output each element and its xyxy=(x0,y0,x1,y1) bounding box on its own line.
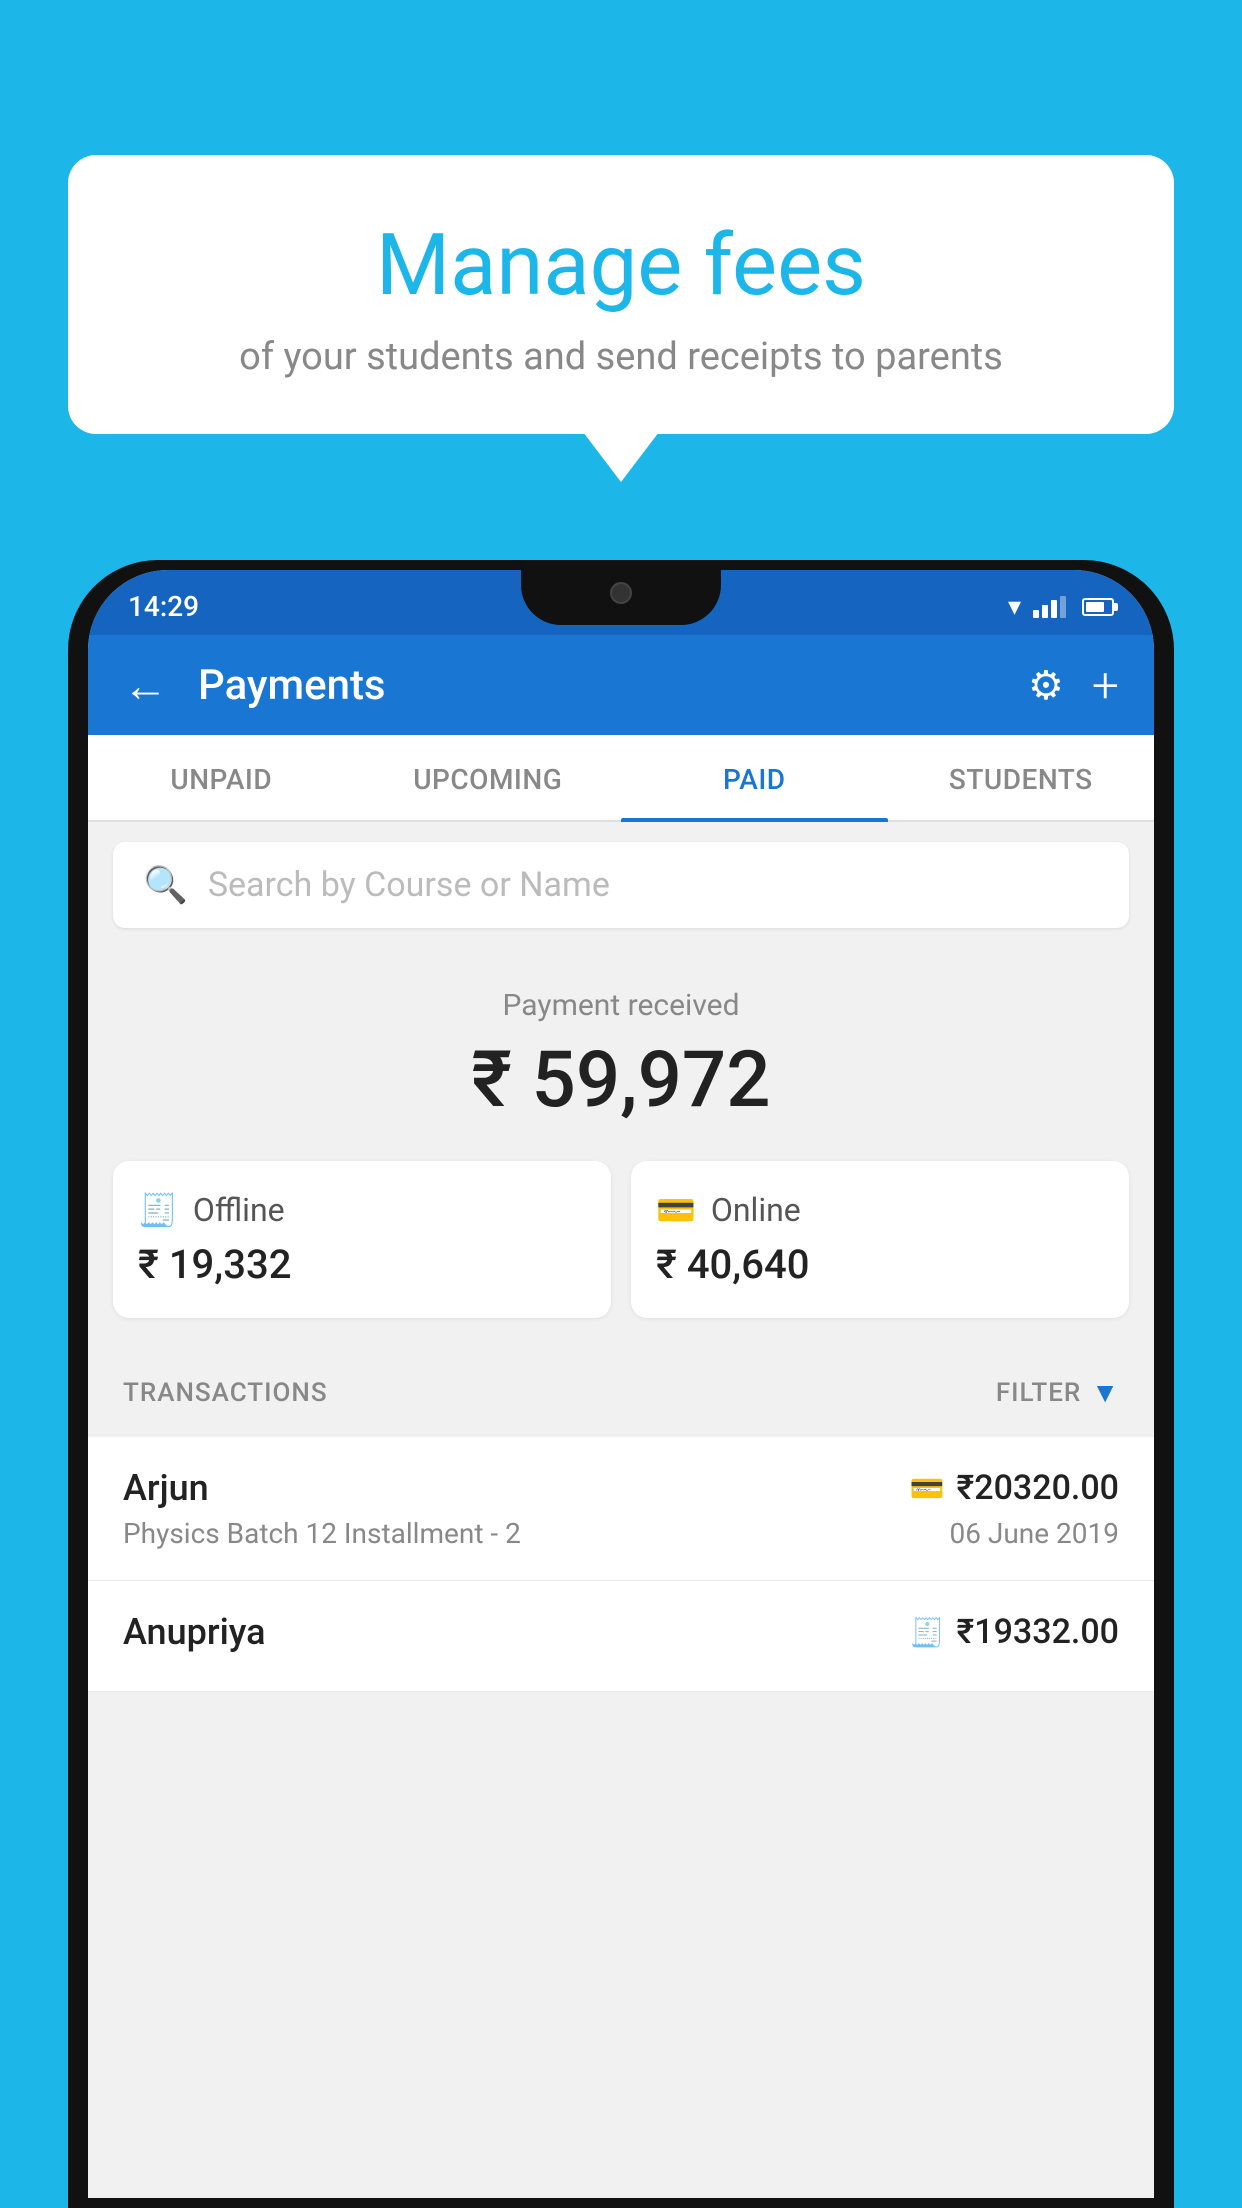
online-label: Online xyxy=(711,1191,801,1229)
tab-upcoming[interactable]: UPCOMING xyxy=(355,735,622,820)
search-bar[interactable]: 🔍 Search by Course or Name xyxy=(113,842,1129,928)
offline-icon: 🧾 xyxy=(138,1191,178,1229)
tab-students[interactable]: STUDENTS xyxy=(888,735,1155,820)
search-icon: 🔍 xyxy=(143,864,188,906)
bubble-subtitle: of your students and send receipts to pa… xyxy=(118,335,1124,379)
online-payment-icon: 💳 xyxy=(910,1472,945,1505)
table-row[interactable]: Anupriya 🧾 ₹19332.00 xyxy=(88,1581,1154,1692)
filter-label: FILTER xyxy=(996,1378,1081,1408)
add-button[interactable]: + xyxy=(1092,657,1119,714)
battery-icon xyxy=(1082,598,1114,616)
speech-bubble: Manage fees of your students and send re… xyxy=(68,155,1174,434)
wifi-icon: ▾ xyxy=(1008,592,1021,622)
tabs-container: UNPAID UPCOMING PAID STUDENTS xyxy=(88,735,1154,822)
offline-amount: ₹ 19,332 xyxy=(138,1241,586,1288)
online-card-header: 💳 Online xyxy=(656,1191,1104,1229)
settings-icon[interactable]: ⚙ xyxy=(1028,662,1064,709)
transaction-amount-container: 🧾 ₹19332.00 xyxy=(910,1612,1119,1652)
back-button[interactable]: ← xyxy=(123,659,168,712)
transaction-bottom: Physics Batch 12 Installment - 2 06 June… xyxy=(123,1517,1119,1550)
transaction-amount: ₹19332.00 xyxy=(957,1612,1119,1652)
search-section: 🔍 Search by Course or Name xyxy=(88,822,1154,948)
transaction-name: Anupriya xyxy=(123,1611,266,1653)
online-icon: 💳 xyxy=(656,1191,696,1229)
bubble-title: Manage fees xyxy=(118,215,1124,315)
signal-bar-3 xyxy=(1051,600,1057,618)
signal-bar-2 xyxy=(1042,605,1048,618)
filter-button[interactable]: FILTER ▼ xyxy=(996,1376,1119,1409)
tab-unpaid[interactable]: UNPAID xyxy=(88,735,355,820)
offline-label: Offline xyxy=(193,1191,285,1229)
status-icons: ▾ xyxy=(1008,592,1114,622)
battery-fill xyxy=(1086,602,1104,612)
phone-frame: 14:29 ▾ ← Payments xyxy=(68,560,1174,2208)
filter-icon: ▼ xyxy=(1091,1376,1119,1409)
transaction-top: Anupriya 🧾 ₹19332.00 xyxy=(123,1611,1119,1653)
tab-paid[interactable]: PAID xyxy=(621,735,888,820)
payment-section: Payment received ₹ 59,972 🧾 Offline ₹ 19… xyxy=(88,948,1154,1348)
app-header: ← Payments ⚙ + xyxy=(88,635,1154,735)
transactions-label: TRANSACTIONS xyxy=(123,1378,328,1408)
offline-payment-icon: 🧾 xyxy=(910,1616,945,1649)
transaction-course: Physics Batch 12 Installment - 2 xyxy=(123,1517,521,1550)
transaction-date: 06 June 2019 xyxy=(949,1517,1119,1550)
offline-card-header: 🧾 Offline xyxy=(138,1191,586,1229)
signal-bar-1 xyxy=(1033,610,1039,618)
speech-bubble-container: Manage fees of your students and send re… xyxy=(68,155,1174,434)
transaction-name: Arjun xyxy=(123,1467,209,1509)
payment-total-amount: ₹ 59,972 xyxy=(113,1035,1129,1126)
payment-label: Payment received xyxy=(113,988,1129,1023)
signal-bars xyxy=(1033,596,1066,618)
payment-cards: 🧾 Offline ₹ 19,332 💳 Online ₹ 40,640 xyxy=(113,1161,1129,1318)
table-row[interactable]: Arjun 💳 ₹20320.00 Physics Batch 12 Insta… xyxy=(88,1437,1154,1581)
phone-camera xyxy=(610,582,632,604)
signal-bar-4 xyxy=(1060,596,1066,618)
phone-screen: 14:29 ▾ ← Payments xyxy=(88,570,1154,2198)
online-amount: ₹ 40,640 xyxy=(656,1241,1104,1288)
header-actions: ⚙ + xyxy=(1028,657,1119,714)
offline-payment-card: 🧾 Offline ₹ 19,332 xyxy=(113,1161,611,1318)
status-time: 14:29 xyxy=(128,590,199,623)
online-payment-card: 💳 Online ₹ 40,640 xyxy=(631,1161,1129,1318)
transaction-amount: ₹20320.00 xyxy=(957,1468,1119,1508)
page-title: Payments xyxy=(198,661,998,710)
phone-notch xyxy=(521,570,721,625)
search-placeholder-text: Search by Course or Name xyxy=(208,865,610,905)
transaction-top: Arjun 💳 ₹20320.00 xyxy=(123,1467,1119,1509)
transaction-amount-container: 💳 ₹20320.00 xyxy=(910,1468,1119,1508)
transactions-header: TRANSACTIONS FILTER ▼ xyxy=(88,1348,1154,1437)
